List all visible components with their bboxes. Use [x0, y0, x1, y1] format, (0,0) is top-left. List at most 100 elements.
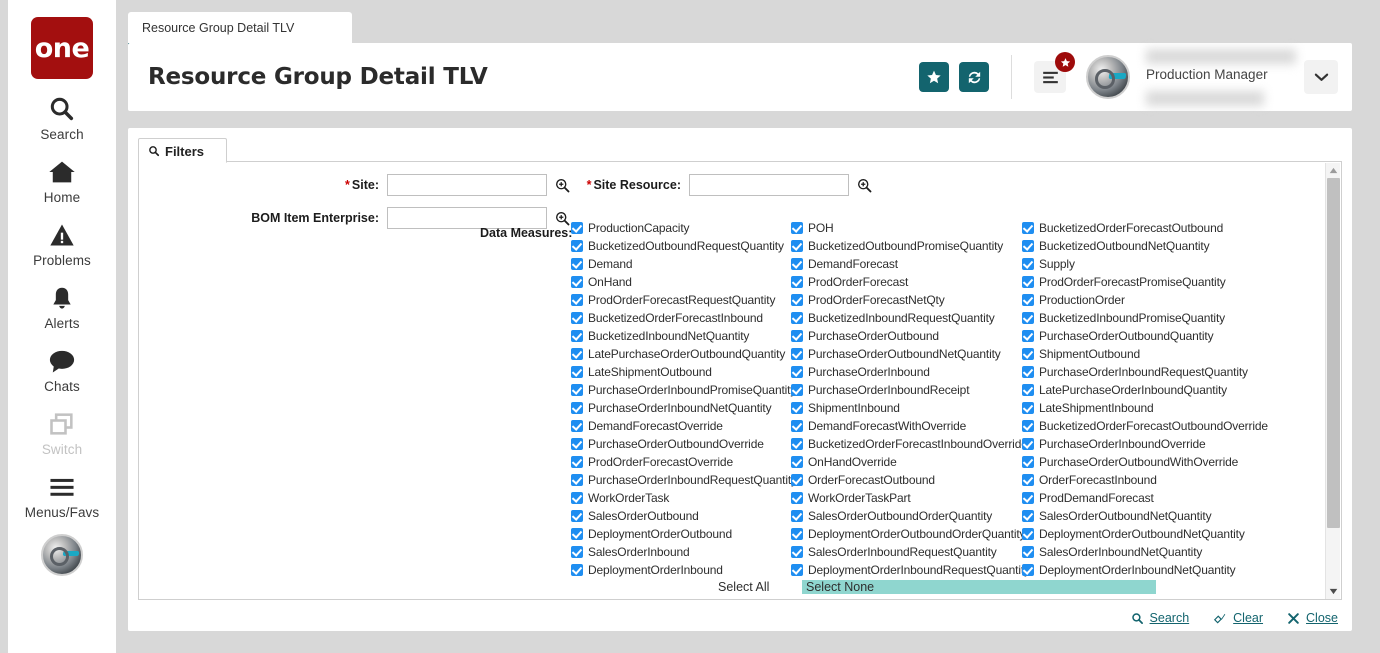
measures-scrollbar[interactable]	[1325, 163, 1340, 599]
site-picker-button[interactable]	[554, 177, 571, 194]
sidebar-item-search[interactable]: Search	[8, 92, 116, 142]
measure-checkbox-row[interactable]: PurchaseOrderInboundNetQuantity	[571, 400, 791, 418]
measure-checkbox-row[interactable]: DeploymentOrderInboundNetQuantity	[1022, 562, 1262, 580]
measure-checkbox-row[interactable]: PurchaseOrderInbound	[791, 364, 1022, 382]
user-menu[interactable]: Production Manager	[1086, 41, 1304, 113]
measure-checkbox-row[interactable]: PurchaseOrderOutboundWithOverride	[1022, 454, 1262, 472]
one-logo[interactable]: one	[31, 17, 93, 79]
refresh-button[interactable]	[959, 62, 989, 92]
checkbox-checked-icon[interactable]	[571, 420, 583, 432]
measure-checkbox-row[interactable]: BucketizedOrderForecastInboundOverride	[791, 436, 1022, 454]
measure-checkbox-row[interactable]: POH	[791, 220, 1022, 238]
checkbox-checked-icon[interactable]	[791, 456, 803, 468]
checkbox-checked-icon[interactable]	[1022, 276, 1034, 288]
checkbox-checked-icon[interactable]	[791, 312, 803, 324]
checkbox-checked-icon[interactable]	[1022, 510, 1034, 522]
measure-checkbox-row[interactable]: PurchaseOrderOutboundOverride	[571, 436, 791, 454]
checkbox-checked-icon[interactable]	[571, 564, 583, 576]
measure-checkbox-row[interactable]: DeploymentOrderOutboundNetQuantity	[1022, 526, 1262, 544]
header-menu-button[interactable]	[1034, 61, 1066, 93]
checkbox-checked-icon[interactable]	[571, 330, 583, 342]
checkbox-checked-icon[interactable]	[791, 348, 803, 360]
site-input[interactable]	[387, 174, 547, 196]
measure-checkbox-row[interactable]: PurchaseOrderInboundRequestQuantity	[1022, 364, 1262, 382]
checkbox-checked-icon[interactable]	[1022, 366, 1034, 378]
measure-checkbox-row[interactable]: SalesOrderInbound	[571, 544, 791, 562]
sidebar-item-alerts[interactable]: Alerts	[8, 281, 116, 331]
measure-checkbox-row[interactable]: DeploymentOrderInbound	[571, 562, 791, 580]
checkbox-checked-icon[interactable]	[1022, 258, 1034, 270]
measure-checkbox-row[interactable]: DemandForecastOverride	[571, 418, 791, 436]
checkbox-checked-icon[interactable]	[791, 366, 803, 378]
checkbox-checked-icon[interactable]	[791, 528, 803, 540]
measure-checkbox-row[interactable]: OrderForecastInbound	[1022, 472, 1262, 490]
site-resource-picker-button[interactable]	[856, 177, 873, 194]
checkbox-checked-icon[interactable]	[1022, 456, 1034, 468]
select-all-link[interactable]: Select All	[571, 580, 802, 594]
checkbox-checked-icon[interactable]	[1022, 528, 1034, 540]
measure-checkbox-row[interactable]: PurchaseOrderInboundOverride	[1022, 436, 1262, 454]
sidebar-avatar[interactable]	[8, 534, 116, 576]
checkbox-checked-icon[interactable]	[791, 258, 803, 270]
checkbox-checked-icon[interactable]	[1022, 240, 1034, 252]
measure-checkbox-row[interactable]: WorkOrderTask	[571, 490, 791, 508]
scrollbar-thumb[interactable]	[1327, 178, 1340, 528]
checkbox-checked-icon[interactable]	[791, 222, 803, 234]
checkbox-checked-icon[interactable]	[791, 564, 803, 576]
measure-checkbox-row[interactable]: OnHand	[571, 274, 791, 292]
measure-checkbox-row[interactable]: BucketizedOutboundRequestQuantity	[571, 238, 791, 256]
checkbox-checked-icon[interactable]	[791, 240, 803, 252]
browser-tab[interactable]: Resource Group Detail TLV	[128, 12, 352, 46]
measure-checkbox-row[interactable]: PurchaseOrderOutboundNetQuantity	[791, 346, 1022, 364]
measure-checkbox-row[interactable]: SalesOrderInboundRequestQuantity	[791, 544, 1022, 562]
checkbox-checked-icon[interactable]	[571, 276, 583, 288]
measure-checkbox-row[interactable]: OrderForecastOutbound	[791, 472, 1022, 490]
checkbox-checked-icon[interactable]	[1022, 474, 1034, 486]
checkbox-checked-icon[interactable]	[1022, 294, 1034, 306]
checkbox-checked-icon[interactable]	[791, 492, 803, 504]
measure-checkbox-row[interactable]: ShipmentInbound	[791, 400, 1022, 418]
measure-checkbox-row[interactable]: DeploymentOrderInboundRequestQuantity	[791, 562, 1022, 580]
scrollbar-down-button[interactable]	[1326, 584, 1341, 599]
measure-checkbox-row[interactable]: ProdOrderForecastOverride	[571, 454, 791, 472]
checkbox-checked-icon[interactable]	[1022, 402, 1034, 414]
measure-checkbox-row[interactable]: ShipmentOutbound	[1022, 346, 1262, 364]
checkbox-checked-icon[interactable]	[1022, 546, 1034, 558]
sidebar-item-switch[interactable]: Switch	[8, 407, 116, 457]
checkbox-checked-icon[interactable]	[571, 384, 583, 396]
measure-checkbox-row[interactable]: SalesOrderInboundNetQuantity	[1022, 544, 1262, 562]
measure-checkbox-row[interactable]: BucketizedOrderForecastInbound	[571, 310, 791, 328]
tab-filters[interactable]: Filters	[138, 138, 227, 163]
clear-action[interactable]: Clear	[1213, 611, 1263, 625]
checkbox-checked-icon[interactable]	[571, 438, 583, 450]
checkbox-checked-icon[interactable]	[571, 456, 583, 468]
measure-checkbox-row[interactable]: BucketizedInboundPromiseQuantity	[1022, 310, 1262, 328]
checkbox-checked-icon[interactable]	[791, 276, 803, 288]
bom-picker-button[interactable]	[554, 210, 571, 227]
checkbox-checked-icon[interactable]	[791, 510, 803, 522]
checkbox-checked-icon[interactable]	[791, 402, 803, 414]
measure-checkbox-row[interactable]: Supply	[1022, 256, 1262, 274]
checkbox-checked-icon[interactable]	[791, 384, 803, 396]
sidebar-item-home[interactable]: Home	[8, 155, 116, 205]
measure-checkbox-row[interactable]: OnHandOverride	[791, 454, 1022, 472]
measure-checkbox-row[interactable]: LatePurchaseOrderOutboundQuantity	[571, 346, 791, 364]
checkbox-checked-icon[interactable]	[571, 528, 583, 540]
checkbox-checked-icon[interactable]	[791, 474, 803, 486]
scrollbar-up-button[interactable]	[1326, 163, 1341, 178]
checkbox-checked-icon[interactable]	[791, 330, 803, 342]
measure-checkbox-row[interactable]: PurchaseOrderInboundRequestQuantity	[571, 472, 791, 490]
measure-checkbox-row[interactable]: SalesOrderOutboundOrderQuantity	[791, 508, 1022, 526]
measure-checkbox-row[interactable]: WorkOrderTaskPart	[791, 490, 1022, 508]
measure-checkbox-row[interactable]: DemandForecast	[791, 256, 1022, 274]
checkbox-checked-icon[interactable]	[1022, 384, 1034, 396]
sidebar-item-chats[interactable]: Chats	[8, 344, 116, 394]
checkbox-checked-icon[interactable]	[571, 240, 583, 252]
measure-checkbox-row[interactable]: LatePurchaseOrderInboundQuantity	[1022, 382, 1262, 400]
checkbox-checked-icon[interactable]	[571, 258, 583, 270]
checkbox-checked-icon[interactable]	[791, 294, 803, 306]
user-menu-caret[interactable]	[1304, 60, 1338, 94]
measure-checkbox-row[interactable]: Demand	[571, 256, 791, 274]
sidebar-item-menus-favs[interactable]: Menus/Favs	[8, 470, 116, 520]
checkbox-checked-icon[interactable]	[1022, 312, 1034, 324]
